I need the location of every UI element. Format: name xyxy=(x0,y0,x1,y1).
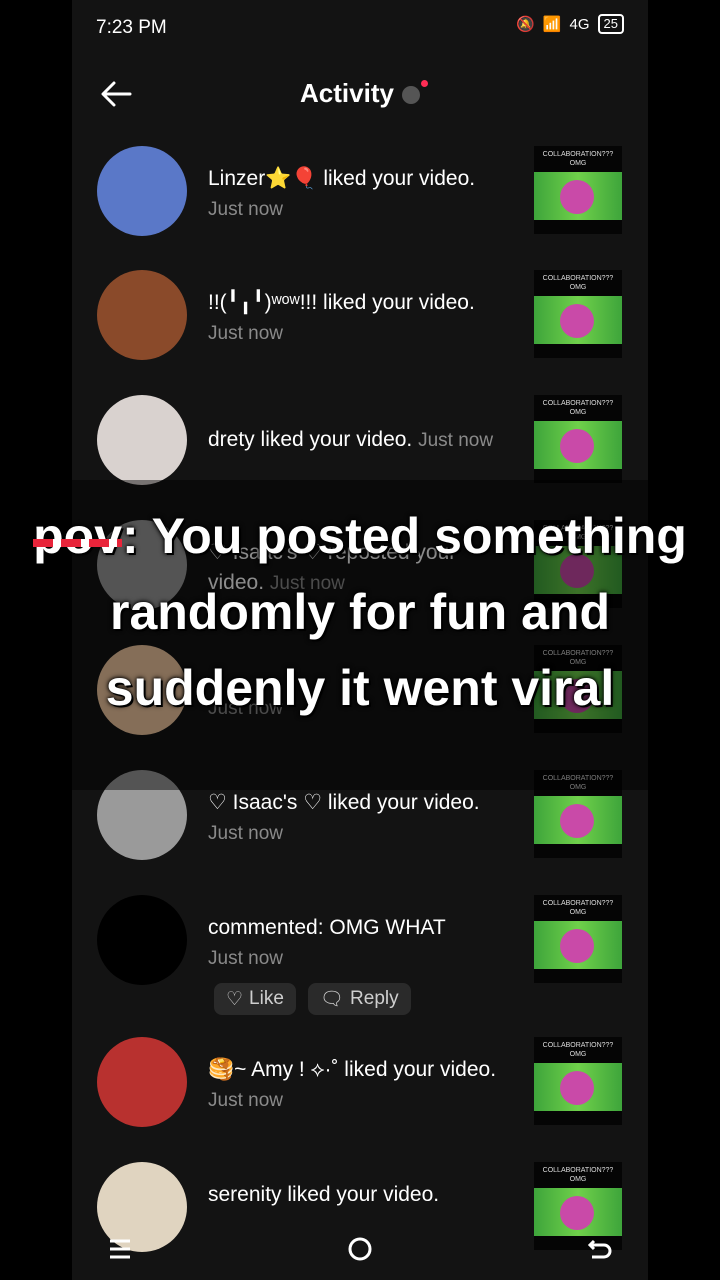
thumbnail-image xyxy=(534,421,622,469)
thumbnail-image xyxy=(534,296,622,344)
reply-label: Reply xyxy=(350,988,399,1009)
struck-word: pov xyxy=(33,498,122,574)
comment-text: commented: OMG WHAT xyxy=(208,916,446,939)
action-text: liked your video. xyxy=(317,167,476,190)
thumbnail-image xyxy=(534,796,622,844)
system-nav-bar xyxy=(0,1218,720,1280)
header: Activity xyxy=(72,62,648,126)
timestamp: Just now xyxy=(208,1090,283,1111)
like-label: Like xyxy=(249,988,284,1009)
timestamp: Just now xyxy=(208,823,283,844)
caption-overlay: pov: You posted something randomly for f… xyxy=(20,498,700,726)
caption-text: : You posted something randomly for fun … xyxy=(105,508,687,716)
notification-text: !!(╹╻╹)ʷᵒʷ!!! liked your video. Just now xyxy=(208,288,508,349)
user-name[interactable]: !!(╹╻╹)ʷᵒʷ!!! xyxy=(208,291,317,314)
video-thumbnail[interactable]: COLLABORATION??? OMG xyxy=(534,146,622,234)
action-text: liked your video. xyxy=(338,1058,497,1081)
status-time: 7:23 PM xyxy=(96,17,167,38)
thumbnail-caption: COLLABORATION??? OMG xyxy=(542,400,614,416)
timestamp: Just now xyxy=(208,323,283,344)
logo-icon xyxy=(560,804,594,838)
thumbnail-caption: COLLABORATION??? OMG xyxy=(542,1167,614,1183)
menu-icon xyxy=(110,1239,130,1259)
user-name[interactable]: serenity xyxy=(208,1183,282,1206)
notification-text: serenity liked your video. xyxy=(208,1180,508,1210)
avatar[interactable] xyxy=(97,146,187,236)
notification-text: 🥞~ Amy ! ⟡·˚ liked your video. Just now xyxy=(208,1055,508,1116)
notification-text: ♡ Isaac's ♡ liked your video. Just now xyxy=(208,788,508,849)
logo-icon xyxy=(560,1071,594,1105)
action-text: liked your video. xyxy=(254,428,419,451)
video-thumbnail[interactable]: COLLABORATION??? OMG xyxy=(534,895,622,983)
back-nav-button[interactable] xyxy=(580,1229,620,1269)
comment-actions: ♡ Like 🗨 Reply xyxy=(214,983,411,1015)
page-title-text: Activity xyxy=(300,78,394,108)
action-text: liked your video. xyxy=(322,791,480,814)
speech-bubble-icon: 🗨 xyxy=(319,989,345,1010)
page-title[interactable]: Activity xyxy=(72,78,648,109)
battery-icon: 25 xyxy=(597,14,624,34)
logo-icon xyxy=(560,929,594,963)
wifi-icon: 📶 xyxy=(542,16,562,33)
logo-icon xyxy=(560,429,594,463)
status-bar: 7:23 PM 🔕 📶 4G 25 xyxy=(72,0,648,56)
heart-icon: ♡ xyxy=(226,988,244,1010)
avatar[interactable] xyxy=(97,395,187,485)
network-label: 4G xyxy=(569,15,590,33)
notification-text: drety liked your video. Just now xyxy=(208,425,528,456)
home-button[interactable] xyxy=(340,1229,380,1269)
thumbnail-caption: COLLABORATION??? OMG xyxy=(542,151,614,167)
avatar[interactable] xyxy=(97,895,187,985)
thumbnail-image xyxy=(534,172,622,220)
comment-item[interactable]: commented: OMG WHAT Just now ♡ Like 🗨 Repl… xyxy=(72,895,648,1015)
menu-button[interactable] xyxy=(100,1229,140,1269)
video-thumbnail[interactable]: COLLABORATION??? OMG xyxy=(534,395,622,483)
timestamp: Just now xyxy=(208,948,283,969)
thumbnail-caption: COLLABORATION??? OMG xyxy=(542,900,614,916)
like-button[interactable]: ♡ Like xyxy=(214,983,296,1015)
list-item[interactable]: 🥞~ Amy ! ⟡·˚ liked your video. Just now … xyxy=(72,1037,648,1147)
list-item[interactable]: !!(╹╻╹)ʷᵒʷ!!! liked your video. Just now… xyxy=(72,270,648,380)
user-name[interactable]: drety xyxy=(208,428,255,451)
logo-icon xyxy=(560,304,594,338)
thumbnail-caption: COLLABORATION??? OMG xyxy=(542,275,614,291)
timestamp: Just now xyxy=(418,430,494,451)
user-name[interactable]: ♡ Isaac's ♡ xyxy=(208,791,322,814)
user-name[interactable]: Linzer⭐🎈 xyxy=(208,167,318,190)
mute-icon: 🔕 xyxy=(516,16,535,33)
notification-text: Linzer⭐🎈 liked your video. Just now xyxy=(208,164,508,225)
reply-button[interactable]: 🗨 Reply xyxy=(307,983,411,1015)
home-circle-icon xyxy=(348,1237,372,1261)
list-item[interactable]: Linzer⭐🎈 liked your video. Just now COLL… xyxy=(72,146,648,256)
back-arrow-icon xyxy=(587,1239,612,1259)
thumbnail-caption: COLLABORATION??? OMG xyxy=(542,1042,614,1058)
notification-text: commented: OMG WHAT Just now xyxy=(208,913,508,974)
avatar[interactable] xyxy=(97,270,187,360)
action-text: liked your video. xyxy=(317,291,475,314)
timestamp: Just now xyxy=(208,199,283,220)
video-thumbnail[interactable]: COLLABORATION??? OMG xyxy=(534,1037,622,1125)
avatar[interactable] xyxy=(97,1037,187,1127)
thumbnail-image xyxy=(534,921,622,969)
thumbnail-image xyxy=(534,1063,622,1111)
video-thumbnail[interactable]: COLLABORATION??? OMG xyxy=(534,270,622,358)
user-name[interactable]: 🥞~ Amy ! ⟡·˚ xyxy=(208,1058,338,1081)
action-text: liked your video. xyxy=(281,1183,440,1206)
status-icons: 🔕 📶 4G 25 xyxy=(516,14,624,34)
dropdown-icon xyxy=(401,80,428,105)
logo-icon xyxy=(560,180,594,214)
